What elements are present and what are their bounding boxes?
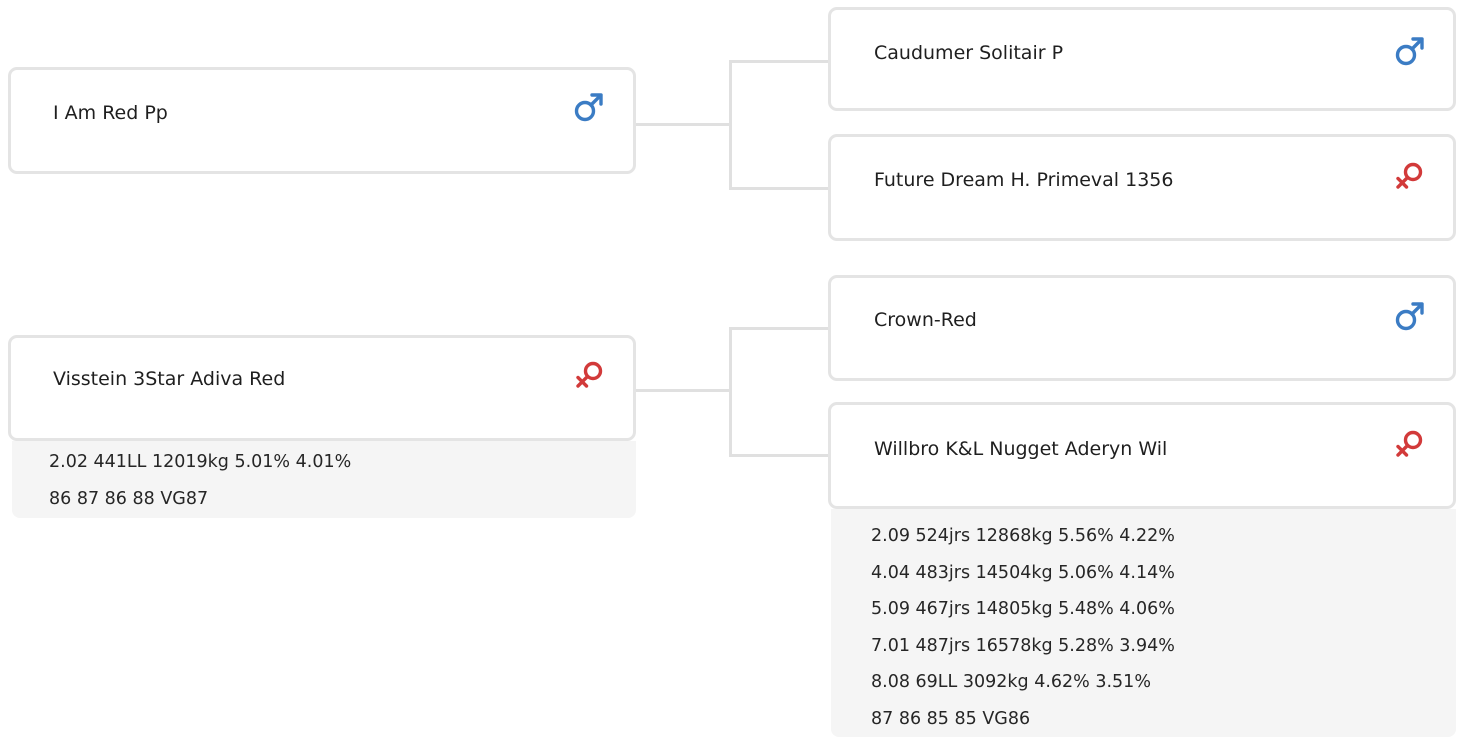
animal-name: I Am Red Pp (53, 102, 168, 124)
connector-sire-line (633, 123, 731, 126)
connector-dam-vertical (729, 327, 732, 457)
connector-dam-line (633, 389, 731, 392)
pedigree-card-dam[interactable]: Visstein 3Star Adiva Red (8, 335, 636, 441)
connector-sire-vertical (729, 60, 732, 190)
pedigree-card-sire[interactable]: I Am Red Pp (8, 67, 636, 174)
female-icon (573, 358, 607, 392)
stats-line: 8.08 69LL 3092kg 4.62% 3.51% (871, 672, 1151, 692)
male-icon (1393, 299, 1427, 333)
female-icon (1393, 427, 1427, 461)
pedigree-card-dam-dam[interactable]: Willbro K&L Nugget Aderyn Wil (828, 402, 1456, 509)
pedigree-card-sire-sire[interactable]: Caudumer Solitair P (828, 7, 1456, 111)
dam-dam-stats-panel: 2.09 524jrs 12868kg 5.56% 4.22% 4.04 483… (831, 509, 1456, 737)
animal-name: Future Dream H. Primeval 1356 (874, 169, 1174, 191)
stats-line: 7.01 487jrs 16578kg 5.28% 3.94% (871, 635, 1175, 656)
stats-line: 2.02 441LL 12019kg 5.01% 4.01% (49, 452, 352, 472)
stats-line: 86 87 86 88 VG87 (49, 488, 209, 509)
animal-name: Caudumer Solitair P (874, 42, 1064, 64)
female-icon (1393, 159, 1427, 193)
pedigree-card-sire-dam[interactable]: Future Dream H. Primeval 1356 (828, 134, 1456, 241)
male-icon (1393, 34, 1427, 68)
connector-dam-dam-line (729, 454, 831, 457)
connector-dam-sire-line (729, 327, 831, 330)
animal-name: Visstein 3Star Adiva Red (53, 368, 286, 390)
stats-line: 4.04 483jrs 14504kg 5.06% 4.14% (871, 562, 1175, 583)
animal-name: Crown-Red (874, 309, 977, 331)
stats-line: 2.09 524jrs 12868kg 5.56% 4.22% (871, 526, 1175, 546)
male-icon (572, 90, 606, 124)
connector-sire-dam-line (729, 187, 831, 190)
dam-stats-panel: 2.02 441LL 12019kg 5.01% 4.01% 86 87 86 … (12, 441, 636, 518)
stats-line: 5.09 467jrs 14805kg 5.48% 4.06% (871, 599, 1175, 619)
stats-line: 87 86 85 85 VG86 (871, 708, 1031, 729)
connector-sire-sire-line (729, 60, 831, 63)
pedigree-card-dam-sire[interactable]: Crown-Red (828, 275, 1456, 381)
animal-name: Willbro K&L Nugget Aderyn Wil (874, 438, 1168, 460)
